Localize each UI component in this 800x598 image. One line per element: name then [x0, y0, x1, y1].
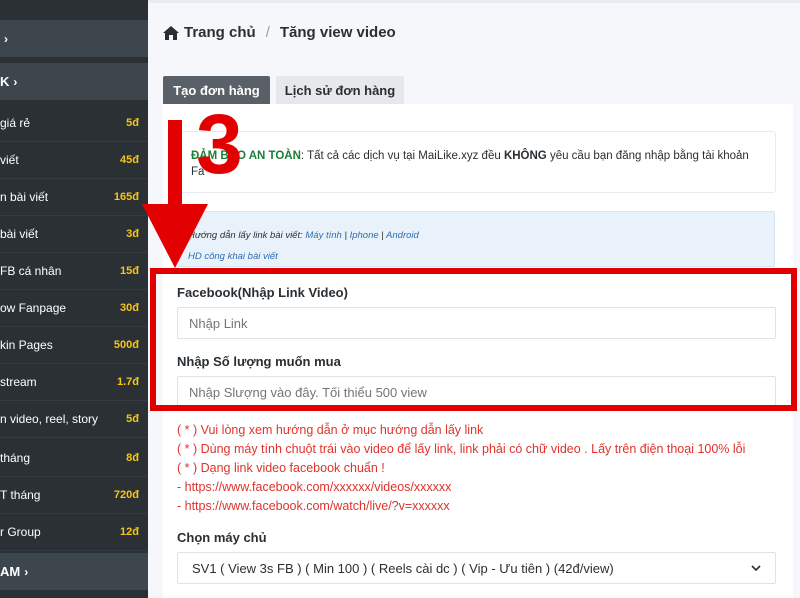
- sidebar-item[interactable]: kin Pages 500đ: [0, 327, 148, 364]
- sidebar-item-price: 500đ: [113, 339, 139, 351]
- sidebar-item-price: 3đ: [126, 228, 139, 240]
- warning-line: ( * ) Dạng link video facebook chuẩn !: [177, 461, 385, 475]
- guide-link-iphone[interactable]: Iphone: [350, 230, 379, 241]
- sidebar-header-label: K: [0, 74, 10, 89]
- notice-text-after: yêu cầu bạn đăng nhập bằng tài khoản: [546, 150, 749, 162]
- sidebar-item-price: 5đ: [126, 117, 139, 129]
- warning-line: ( * ) Dùng máy tính chuột trái vào video…: [177, 442, 746, 456]
- sidebar-item-label: ow Fanpage: [0, 301, 67, 315]
- tab-order-history[interactable]: Lịch sử đơn hàng: [276, 76, 404, 104]
- sidebar-item-price: 165đ: [113, 191, 139, 203]
- sidebar-item-price: 8đ: [126, 452, 139, 464]
- safety-notice: ĐẢM BẢO AN TOÀN: Tất cả các dịch vụ tại …: [178, 131, 776, 193]
- sidebar-item[interactable]: bài viết 3đ: [0, 216, 148, 253]
- sidebar-item[interactable]: tháng 8đ: [0, 440, 148, 477]
- warning-line: - https://www.facebook.com/xxxxxx/videos…: [177, 480, 452, 494]
- guide-link-android[interactable]: Android: [386, 230, 419, 241]
- breadcrumb: Trang chủ / Tăng view video: [163, 24, 396, 41]
- sidebar-item[interactable]: T tháng 720đ: [0, 477, 148, 514]
- sidebar-item-label: kin Pages: [0, 338, 53, 352]
- sidebar-header-label: AM: [0, 564, 21, 579]
- sidebar: › K › giá rẻ 5đ viết 45đ n bài viết 165đ bà…: [0, 0, 148, 598]
- server-label: Chọn máy chủ: [177, 530, 267, 545]
- sidebar-item-price: 12đ: [120, 526, 139, 538]
- sidebar-header-1[interactable]: ›: [0, 20, 148, 57]
- sidebar-item[interactable]: stream 1.7đ: [0, 364, 148, 401]
- sidebar-item[interactable]: giá rẻ 5đ: [0, 105, 148, 142]
- sidebar-item-label: viết: [0, 153, 19, 167]
- sidebar-item-label: stream: [0, 375, 37, 389]
- sidebar-item[interactable]: ow Fanpage 30đ: [0, 290, 148, 327]
- server-selected-value: SV1 ( View 3s FB ) ( Min 100 ) ( Reels c…: [192, 560, 614, 576]
- breadcrumb-home-link[interactable]: Trang chủ: [184, 24, 256, 41]
- notice-strong: KHÔNG: [503, 150, 547, 162]
- sidebar-item-price: 1.7đ: [116, 376, 139, 388]
- notice-text: : Tất cả các dịch vụ tại MaiLike.xyz đều: [300, 150, 504, 162]
- sidebar-item[interactable]: n bài viết 165đ: [0, 179, 148, 216]
- sidebar-item[interactable]: viết 45đ: [0, 142, 148, 179]
- chevron-right-icon: ›: [24, 564, 29, 579]
- sidebar-item-label: FB cá nhân: [0, 264, 62, 278]
- home-icon: [163, 25, 179, 40]
- warning-line: ( * ) Vui lòng xem hướng dẫn ở mục hướng…: [177, 423, 484, 437]
- sidebar-item[interactable]: FB cá nhân 15đ: [0, 253, 148, 290]
- sidebar-item[interactable]: n video, reel, story 5đ: [0, 401, 148, 438]
- link-guide-box: Hướng dẫn lấy link bài viết: Máy tính | …: [178, 211, 775, 267]
- warning-line: - https://www.facebook.com/watch/live/?v…: [177, 499, 450, 513]
- top-divider: [148, 0, 800, 3]
- sidebar-item-label: n bài viết: [0, 190, 49, 204]
- arrow-down-icon: [142, 120, 208, 268]
- guide-link-computer[interactable]: Máy tính: [305, 230, 341, 241]
- sidebar-header-3[interactable]: AM ›: [0, 553, 148, 590]
- sidebar-item-label: n video, reel, story: [0, 412, 99, 426]
- chevron-right-icon: ›: [4, 31, 8, 46]
- server-select[interactable]: SV1 ( View 3s FB ) ( Min 100 ) ( Reels c…: [177, 552, 776, 584]
- sidebar-item[interactable]: r Group 12đ: [0, 514, 148, 551]
- sidebar-item-label: tháng: [0, 451, 31, 465]
- chevron-down-icon: [751, 565, 761, 572]
- sidebar-item-price: 30đ: [120, 302, 139, 314]
- sidebar-item-price: 5đ: [126, 413, 139, 425]
- sidebar-item-price: 720đ: [113, 489, 139, 501]
- sidebar-header-2[interactable]: K ›: [0, 63, 148, 100]
- guide-separator: |: [378, 230, 387, 241]
- sidebar-item-label: bài viết: [0, 227, 39, 241]
- sidebar-item-price: 15đ: [120, 265, 139, 277]
- breadcrumb-current: Tăng view video: [279, 24, 396, 41]
- sidebar-item-label: giá rẻ: [0, 116, 31, 130]
- sidebar-item-price: 45đ: [120, 154, 139, 166]
- guide-separator: |: [341, 230, 350, 241]
- sidebar-item-label: T tháng: [0, 488, 41, 502]
- chevron-right-icon: ›: [13, 74, 18, 89]
- sidebar-item-label: r Group: [0, 525, 41, 539]
- highlight-box: [150, 268, 797, 411]
- breadcrumb-separator: /: [265, 24, 270, 41]
